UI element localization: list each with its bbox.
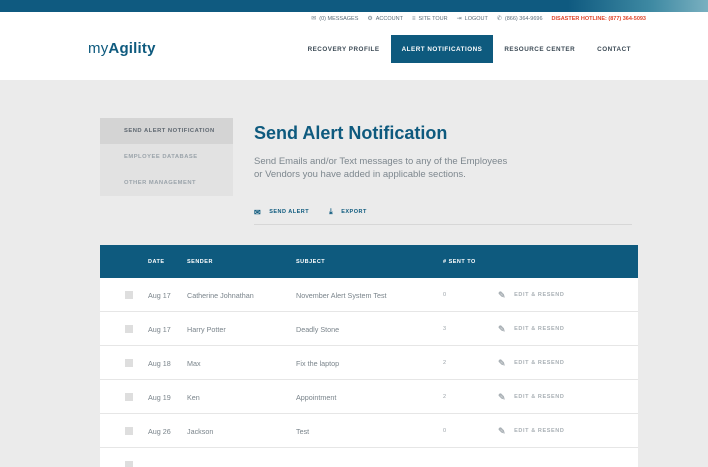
row-sender: Catherine Johnathan (187, 290, 254, 300)
sidebar-item-other-management[interactable]: OTHER MANAGEMENT (100, 170, 233, 196)
messages-label: (0) MESSAGES (319, 15, 359, 22)
pencil-icon: ✎ (498, 289, 507, 300)
logo-prefix: my (88, 40, 109, 57)
messages-link[interactable]: ✉ (0) MESSAGES (311, 15, 359, 23)
row-subject: Test (296, 426, 310, 436)
row-date: Aug 18 (148, 358, 171, 368)
main-nav: RECOVERY PROFILE ALERT NOTIFICATIONS RES… (297, 35, 642, 63)
logout-link[interactable]: ⇥ LOGOUT (456, 15, 488, 23)
header-date[interactable]: DATE (148, 245, 165, 278)
edit-resend-button[interactable]: ✎ EDIT & RESEND (498, 414, 564, 448)
pencil-icon: ✎ (498, 391, 507, 402)
row-checkbox[interactable] (125, 393, 133, 401)
row-sender: Jackson (187, 426, 214, 436)
export-label: EXPORT (341, 209, 367, 215)
phone-link[interactable]: ✆ (866) 364-9696 (496, 15, 543, 23)
alerts-table: DATE SENDER SUBJECT # SENT TO Aug 17 Cat… (100, 245, 638, 467)
table-row[interactable]: Aug 19 Ken Appointment 2 ✎ EDIT & RESEND (100, 380, 638, 414)
table-row[interactable]: Aug 18 Max Fix the laptop 2 ✎ EDIT & RESE… (100, 346, 638, 380)
send-alert-button[interactable]: ✉ SEND ALERT (254, 205, 309, 219)
sidebar-item-employee-database[interactable]: EMPLOYEE DATABASE (100, 144, 233, 170)
row-sent-count: 0 (443, 428, 447, 434)
logo-name: Agility (108, 40, 156, 57)
row-subject: Fix the laptop (296, 358, 340, 368)
row-sent-count: 0 (443, 292, 447, 298)
edit-resend-button[interactable]: ✎ EDIT & RESEND (498, 312, 564, 346)
disaster-hotline[interactable]: DISASTER HOTLINE: (877) 364-5093 (552, 16, 646, 22)
table-row-partial[interactable] (100, 448, 638, 467)
edit-resend-label: EDIT & RESEND (514, 360, 565, 366)
utility-bar: ✉ (0) MESSAGES ⚙ ACCOUNT ≡ SITE TOUR ⇥ LOGOU… (311, 15, 646, 23)
header-sent-to[interactable]: # SENT TO (443, 245, 476, 278)
header-sender[interactable]: SENDER (187, 245, 213, 278)
pencil-icon: ✎ (498, 357, 507, 368)
table-row[interactable]: Aug 17 Harry Potter Deadly Stone 3 ✎ EDIT… (100, 312, 638, 346)
phone-label: (866) 364-9696 (504, 15, 543, 22)
logo[interactable]: myAgility (88, 40, 156, 57)
row-date: Aug 17 (148, 290, 171, 300)
page-title: Send Alert Notification (254, 123, 448, 143)
sidebar: SEND ALERT NOTIFICATION EMPLOYEE DATABAS… (100, 118, 233, 196)
pencil-icon: ✎ (498, 323, 507, 334)
site-tour-link[interactable]: ≡ SITE TOUR (412, 16, 448, 22)
pencil-icon: ✎ (498, 425, 507, 436)
row-subject: Appointment (296, 392, 337, 402)
list-icon: ≡ (411, 15, 416, 22)
row-subject: Deadly Stone (296, 324, 340, 334)
row-sent-count: 2 (443, 360, 447, 366)
row-checkbox[interactable] (125, 325, 133, 333)
envelope-icon: ✉ (254, 207, 262, 217)
send-alert-label: SEND ALERT (269, 209, 310, 215)
nav-alert-notifications[interactable]: ALERT NOTIFICATIONS (390, 35, 494, 63)
row-date: Aug 26 (148, 426, 171, 436)
sidebar-item-send-alert-notification[interactable]: SEND ALERT NOTIFICATION (100, 118, 233, 144)
gear-icon: ⚙ (367, 16, 373, 22)
edit-resend-button[interactable]: ✎ EDIT & RESEND (498, 346, 564, 380)
row-sent-count: 3 (443, 326, 447, 332)
nav-resource-center[interactable]: RESOURCE CENTER (493, 35, 586, 63)
nav-contact[interactable]: CONTACT (586, 35, 642, 63)
row-date: Aug 19 (148, 392, 171, 402)
header-subject[interactable]: SUBJECT (296, 245, 325, 278)
edit-resend-label: EDIT & RESEND (514, 326, 565, 332)
edit-resend-button[interactable]: ✎ EDIT & RESEND (498, 380, 564, 414)
account-label: ACCOUNT (375, 15, 403, 22)
edit-resend-label: EDIT & RESEND (514, 292, 565, 298)
row-sender: Harry Potter (187, 324, 226, 334)
nav-recovery-profile[interactable]: RECOVERY PROFILE (297, 35, 391, 63)
site-header: ✉ (0) MESSAGES ⚙ ACCOUNT ≡ SITE TOUR ⇥ LOGOU… (0, 12, 708, 80)
row-sender: Ken (187, 392, 200, 402)
logout-icon: ⇥ (456, 16, 462, 22)
row-subject: November Alert System Test (296, 290, 387, 300)
top-accent-bar (0, 0, 708, 12)
row-sender: Max (187, 358, 201, 368)
table-header: DATE SENDER SUBJECT # SENT TO (100, 245, 638, 278)
row-date: Aug 17 (148, 324, 171, 334)
envelope-icon: ✉ (311, 16, 317, 22)
row-checkbox[interactable] (125, 461, 133, 467)
row-checkbox[interactable] (125, 291, 133, 299)
action-bar: ✉ SEND ALERT ⤓ EXPORT (254, 205, 632, 225)
row-checkbox[interactable] (125, 359, 133, 367)
account-link[interactable]: ⚙ ACCOUNT (367, 15, 403, 23)
page-description: Send Emails and/or Text messages to any … (254, 156, 508, 180)
export-button[interactable]: ⤓ EXPORT (329, 205, 367, 219)
phone-icon: ✆ (496, 16, 502, 22)
row-checkbox[interactable] (125, 427, 133, 435)
site-tour-label: SITE TOUR (418, 15, 448, 22)
row-sent-count: 2 (443, 394, 447, 400)
table-row[interactable]: Aug 17 Catherine Johnathan November Aler… (100, 278, 638, 312)
edit-resend-label: EDIT & RESEND (514, 428, 565, 434)
download-icon: ⤓ (329, 207, 334, 216)
edit-resend-label: EDIT & RESEND (514, 394, 565, 400)
edit-resend-button[interactable]: ✎ EDIT & RESEND (498, 278, 564, 312)
logout-label: LOGOUT (464, 15, 488, 22)
table-row[interactable]: Aug 26 Jackson Test 0 ✎ EDIT & RESEND (100, 414, 638, 448)
